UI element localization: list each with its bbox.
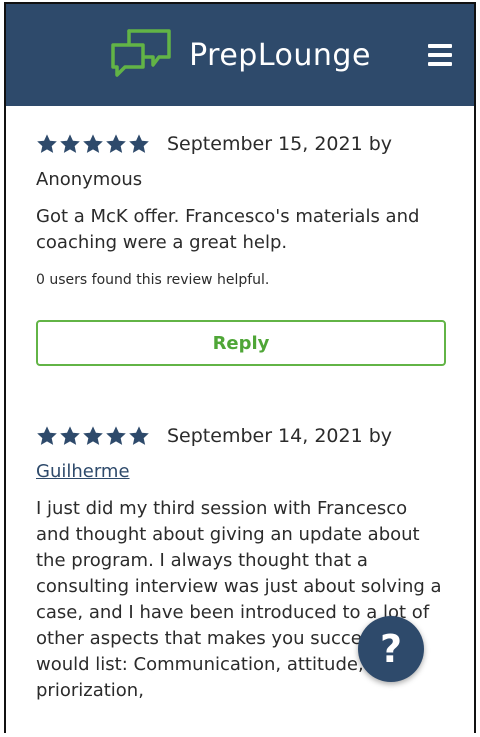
reply-button[interactable]: Reply bbox=[36, 320, 446, 366]
question-mark-icon: ? bbox=[379, 627, 403, 671]
star-icon bbox=[129, 426, 149, 445]
helpful-count: 0 users found this review helpful. bbox=[36, 272, 270, 288]
star-icon bbox=[37, 426, 57, 445]
review-author: Anonymous bbox=[36, 169, 143, 190]
brand-link[interactable]: PrepLounge bbox=[109, 25, 371, 85]
star-icon bbox=[60, 134, 80, 153]
review-date: September 14, 2021 by bbox=[167, 425, 393, 447]
help-button[interactable]: ? bbox=[358, 616, 424, 682]
review-author-link[interactable]: Guilherme bbox=[36, 460, 446, 484]
review-date: September 15, 2021 by bbox=[167, 133, 393, 155]
star-rating bbox=[36, 133, 151, 155]
star-icon bbox=[83, 426, 103, 445]
top-header: PrepLounge bbox=[6, 4, 474, 106]
star-icon bbox=[37, 134, 57, 153]
chat-bubbles-icon bbox=[111, 29, 171, 77]
star-icon bbox=[83, 134, 103, 153]
review-text: Got a McK offer. Francesco's materials a… bbox=[36, 206, 420, 253]
hamburger-menu-icon[interactable] bbox=[428, 44, 452, 66]
star-icon bbox=[106, 134, 126, 153]
review-meta: September 15, 2021 by bbox=[36, 128, 446, 160]
star-icon bbox=[60, 426, 80, 445]
star-icon bbox=[129, 134, 149, 153]
review-item: September 15, 2021 by Anonymous Got a Mc… bbox=[6, 106, 474, 366]
review-meta: September 14, 2021 by bbox=[36, 420, 446, 452]
star-rating bbox=[36, 425, 151, 447]
brand-name: PrepLounge bbox=[189, 37, 371, 73]
app-frame: PrepLounge September 15, 2021 by Anonymo… bbox=[4, 2, 476, 733]
star-icon bbox=[106, 426, 126, 445]
